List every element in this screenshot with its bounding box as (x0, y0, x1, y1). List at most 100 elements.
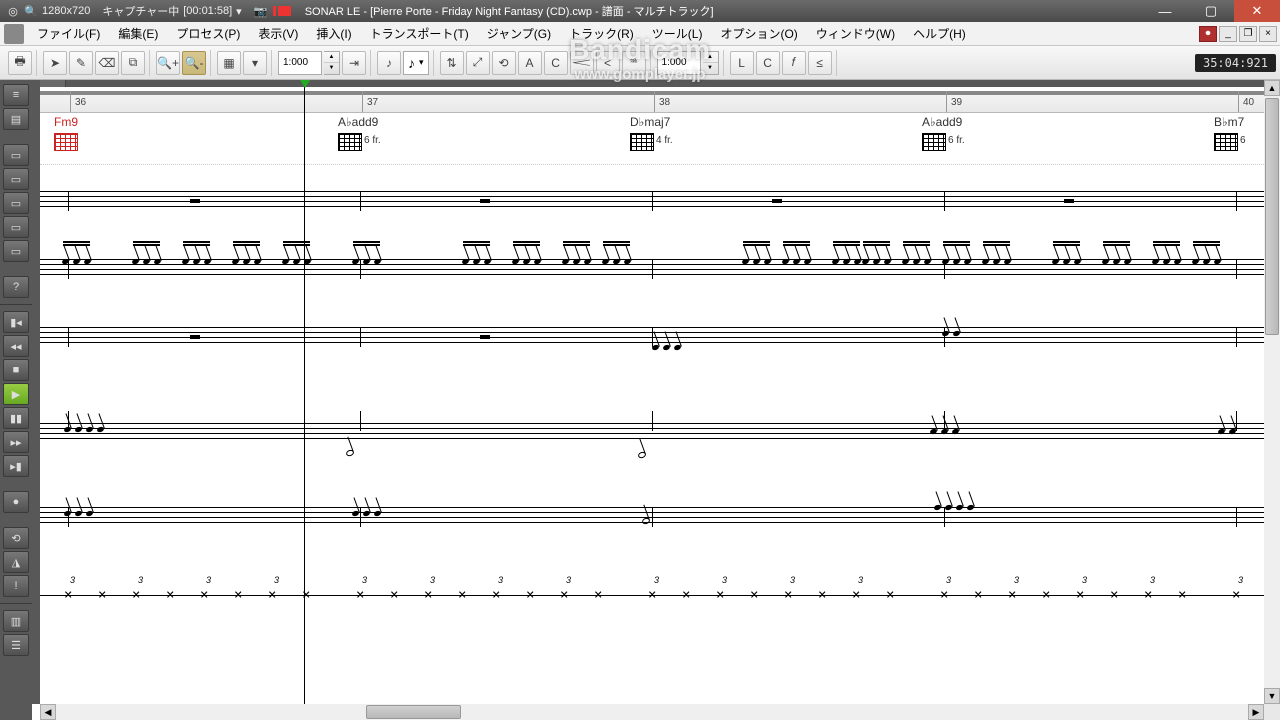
staff-4[interactable] (40, 393, 1264, 483)
transport-end[interactable]: ▸▮ (3, 455, 29, 477)
chord-symbol[interactable]: A♭add96 fr. (338, 115, 381, 151)
menu-insert[interactable]: 挿入(I) (307, 22, 360, 45)
layout-l-button[interactable]: L (730, 51, 754, 75)
note-length-button[interactable]: ♪ (377, 51, 401, 75)
side-c-button[interactable]: ▭ (3, 192, 29, 214)
stop-icon[interactable] (281, 6, 291, 16)
horizontal-scrollbar[interactable]: ◀ ▶ (40, 704, 1264, 720)
vscroll-thumb[interactable] (1265, 98, 1279, 335)
menu-track[interactable]: トラック(R) (560, 22, 643, 45)
child-close-button[interactable]: × (1259, 26, 1277, 42)
chord-symbol[interactable]: Fm9 (54, 115, 80, 151)
event-list-button[interactable]: ☰ (3, 634, 29, 656)
record-indicator-icon[interactable]: ⏺ (1199, 26, 1217, 42)
scrub-tool[interactable]: ⧉ (121, 51, 145, 75)
grid-button[interactable]: ▦ (217, 51, 241, 75)
snap-mode-button[interactable]: ⇥ (342, 51, 366, 75)
menu-edit[interactable]: 編集(E) (109, 22, 167, 45)
menu-process[interactable]: プロセス(P) (167, 22, 249, 45)
menu-option[interactable]: オプション(O) (711, 22, 806, 45)
transport-pause[interactable]: ▮▮ (3, 407, 29, 429)
staff-3[interactable] (40, 309, 1264, 365)
piano-roll-button[interactable]: ▥ (3, 610, 29, 632)
draw-tool[interactable]: ✎ (69, 51, 93, 75)
trackview-button[interactable]: ▤ (3, 108, 29, 130)
menu-file[interactable]: ファイル(F) (28, 22, 109, 45)
playhead[interactable] (304, 80, 305, 704)
transport-start[interactable]: ▮◂ (3, 311, 29, 333)
record-button[interactable]: ● (3, 491, 29, 513)
snap1-spinner[interactable]: ▲▼ (324, 51, 340, 75)
scroll-up-button[interactable]: ▲ (1264, 80, 1280, 96)
menu-transport[interactable]: トランスポート(T) (361, 22, 478, 45)
vertical-scrollbar[interactable]: ▲ ▼ (1264, 80, 1280, 704)
scroll-right-button[interactable]: ▶ (1248, 704, 1264, 720)
side-d-button[interactable]: ▭ (3, 216, 29, 238)
child-min-button[interactable]: _ (1219, 26, 1237, 42)
snap-value-1[interactable]: 1:000 (278, 51, 322, 75)
warning-button[interactable]: ! (3, 575, 29, 597)
chord-symbol[interactable]: D♭maj74 fr. (630, 115, 673, 151)
menu-bar: ファイル(F) 編集(E) プロセス(P) 表示(V) 挿入(I) トランスポー… (0, 22, 1280, 46)
transport-rewind[interactable]: ◂◂ (3, 335, 29, 357)
hscroll-thumb[interactable] (366, 705, 461, 719)
layout-c-button[interactable]: C (756, 51, 780, 75)
camera-icon[interactable]: 📷 (254, 4, 268, 18)
ruler-btn-1[interactable] (40, 80, 66, 87)
track-strip (32, 80, 40, 704)
staff-2[interactable] (40, 241, 1264, 297)
transport-play[interactable]: ▶ (3, 383, 29, 405)
trim-tool[interactable]: ⤢ (466, 51, 490, 75)
maximize-button[interactable]: ▢ (1188, 0, 1234, 22)
bar-marker: 36 (70, 91, 86, 112)
snap-value-2[interactable]: 1:000 (657, 51, 701, 75)
menu-jump[interactable]: ジャンプ(G) (478, 22, 560, 45)
menu-help[interactable]: ヘルプ(H) (904, 22, 975, 45)
side-a-button[interactable]: ▭ (3, 144, 29, 166)
repeat-tool[interactable]: ⟲ (492, 51, 516, 75)
bar-ruler[interactable]: 3637383940 (40, 91, 1264, 113)
tracklist-toggle[interactable]: ≡ (3, 84, 29, 106)
side-b-button[interactable]: ▭ (3, 168, 29, 190)
fill-tool[interactable]: ⇅ (440, 51, 464, 75)
zoom-in-button[interactable]: 🔍+ (156, 51, 180, 75)
metronome-button[interactable]: ◮ (3, 551, 29, 573)
lyric-tool[interactable]: A (518, 51, 542, 75)
chord-symbol[interactable]: A♭add96 fr. (922, 115, 965, 151)
side-e-button[interactable]: ▭ (3, 240, 29, 262)
zoom-out-button[interactable]: 🔍- (182, 51, 206, 75)
chord-tool[interactable]: C (544, 51, 568, 75)
close-button[interactable]: ✕ (1234, 0, 1280, 22)
left-toolbar: ≡ ▤ ▭ ▭ ▭ ▭ ▭ ? ▮◂ ◂◂ ■ ▶ ▮▮ ▸▸ ▸▮ ● ⟲ ◮… (0, 80, 32, 720)
grid-dropdown[interactable]: ▾ (243, 51, 267, 75)
pedal-tool[interactable]: 𝆮 (622, 51, 646, 75)
layout-f-button[interactable]: 𝑓 (782, 51, 806, 75)
pointer-tool[interactable]: ➤ (43, 51, 67, 75)
note-value-select[interactable]: ♪ ▾ (403, 51, 429, 75)
scroll-left-button[interactable]: ◀ (40, 704, 56, 720)
layout-lt-button[interactable]: ≤ (808, 51, 832, 75)
transport-stop[interactable]: ■ (3, 359, 29, 381)
help-button[interactable]: ? (3, 276, 29, 298)
snap2-spinner[interactable]: ▲▼ (703, 51, 719, 75)
menu-view[interactable]: 表示(V) (249, 22, 307, 45)
scroll-down-button[interactable]: ▼ (1264, 688, 1280, 704)
window-title: SONAR LE - [Pierre Porte - Friday Night … (297, 3, 1142, 19)
staff-1[interactable] (40, 173, 1264, 213)
print-button[interactable]: 🖶 (8, 51, 32, 75)
notation-area[interactable]: 3637383940 Fm9 A♭add96 fr. D♭maj74 fr. A♭ad… (40, 80, 1264, 704)
hairpin-tool[interactable]: < (596, 51, 620, 75)
loop-button[interactable]: ⟲ (3, 527, 29, 549)
chord-symbol[interactable]: B♭m76 (1214, 115, 1246, 151)
erase-tool[interactable]: ⌫ (95, 51, 119, 75)
expression-tool[interactable]: 𝆒 (570, 51, 594, 75)
child-restore-button[interactable]: ❐ (1239, 26, 1257, 42)
menu-window[interactable]: ウィンドウ(W) (807, 22, 904, 45)
minimize-button[interactable]: — (1142, 0, 1188, 22)
menu-tool[interactable]: ツール(L) (643, 22, 712, 45)
staff-5[interactable] (40, 489, 1264, 545)
pause-icon[interactable] (273, 6, 276, 16)
dropdown-icon[interactable]: ▾ (236, 5, 242, 18)
staff-drums[interactable]: ×3××3××3××3××3××3××3××3××3××3××3××3××3××… (40, 561, 1264, 617)
transport-ff[interactable]: ▸▸ (3, 431, 29, 453)
